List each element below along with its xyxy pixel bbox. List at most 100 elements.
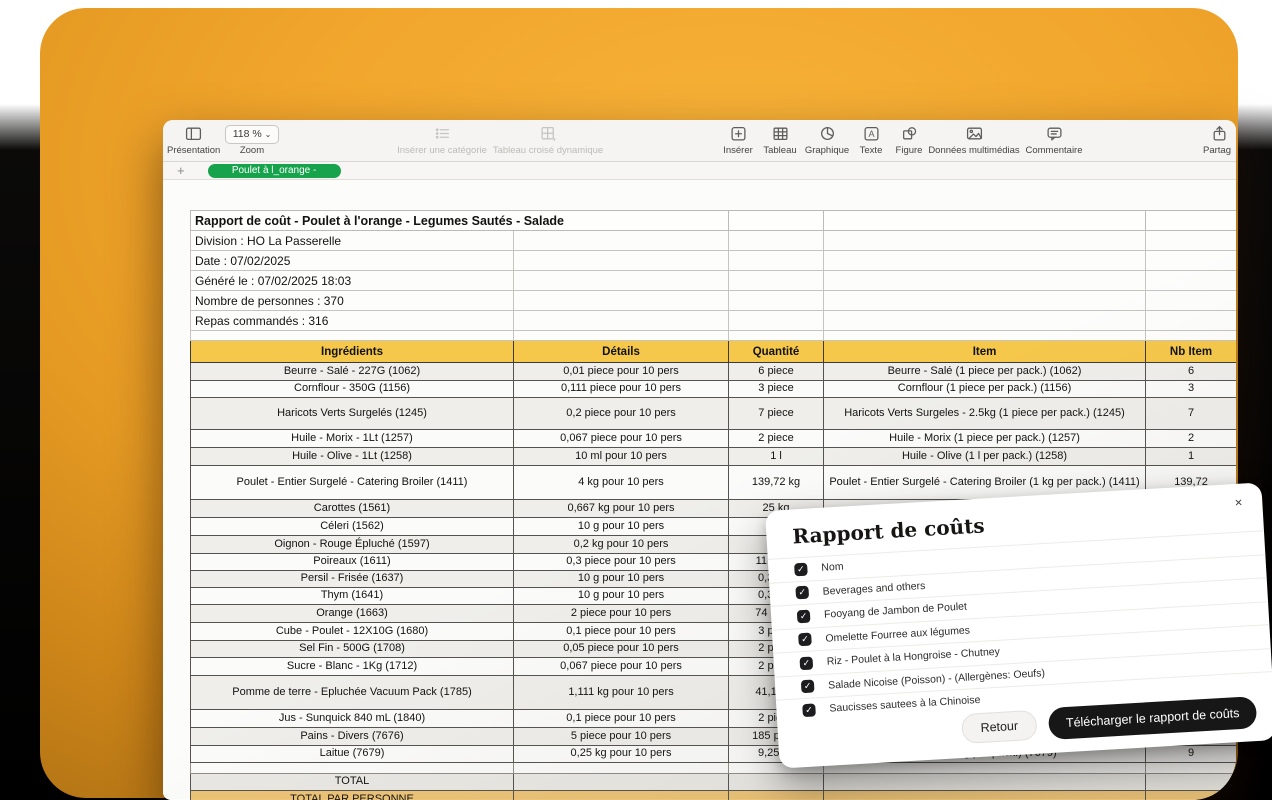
report-meta-cell[interactable]: Repas commandés : 316	[191, 311, 514, 331]
table-cell[interactable]	[1146, 251, 1236, 271]
report-title-cell[interactable]: Rapport de coût - Poulet à l'orange - Le…	[191, 211, 729, 231]
table-cell[interactable]: Oignon - Rouge Épluché (1597)	[191, 536, 514, 554]
table-cell[interactable]: 7 piece	[729, 398, 824, 430]
table-cell[interactable]: 0,01 piece pour 10 pers	[514, 363, 729, 381]
table-cell[interactable]: Persil - Frisée (1637)	[191, 571, 514, 588]
share-button[interactable]: Partag	[1203, 125, 1236, 156]
table-cell[interactable]: 10 g pour 10 pers	[514, 571, 729, 588]
table-cell[interactable]	[1146, 311, 1236, 331]
checkbox-checked-icon[interactable]: ✓	[802, 703, 816, 717]
table-cell[interactable]	[514, 231, 729, 251]
table-cell[interactable]: 2	[1146, 430, 1236, 448]
table-cell[interactable]	[824, 231, 1146, 251]
table-cell[interactable]: 2 piece	[729, 430, 824, 448]
table-cell[interactable]: 5 piece pour 10 pers	[514, 728, 729, 746]
table-cell[interactable]: Pomme de terre - Epluchée Vacuum Pack (1…	[191, 676, 514, 710]
table-cell[interactable]: 9	[1146, 746, 1236, 763]
table-cell[interactable]	[824, 763, 1146, 774]
table-cell[interactable]: 0,25 kg pour 10 pers	[514, 746, 729, 763]
text-button[interactable]: A Texte	[851, 125, 891, 156]
table-cell[interactable]	[1146, 763, 1236, 774]
table-cell[interactable]: 10 g pour 10 pers	[514, 518, 729, 536]
checkbox-checked-icon[interactable]: ✓	[797, 609, 811, 623]
table-cell[interactable]: 0,2 kg pour 10 pers	[514, 536, 729, 554]
comment-button[interactable]: Commentaire	[1019, 125, 1089, 156]
table-cell[interactable]: 0,1 piece pour 10 pers	[514, 623, 729, 641]
table-cell[interactable]	[824, 211, 1146, 231]
table-cell[interactable]: Cube - Poulet - 12X10G (1680)	[191, 623, 514, 641]
table-cell[interactable]	[514, 291, 729, 311]
table-cell[interactable]	[824, 791, 1146, 800]
table-cell[interactable]: 0,3 piece pour 10 pers	[514, 554, 729, 571]
sheet-tab-active[interactable]: Poulet à l_orange -	[208, 164, 341, 178]
table-button[interactable]: Tableau	[757, 125, 803, 156]
table-cell[interactable]	[1146, 774, 1236, 791]
table-cell[interactable]: Haricots Verts Surgelés (1245)	[191, 398, 514, 430]
table-cell[interactable]: 0,1 piece pour 10 pers	[514, 710, 729, 728]
table-cell[interactable]: 0,111 piece pour 10 pers	[514, 381, 729, 398]
add-sheet-button[interactable]: +	[177, 164, 185, 177]
table-cell[interactable]: Huile - Olive (1 l per pack.) (1258)	[824, 448, 1146, 466]
table-cell[interactable]: 6	[1146, 363, 1236, 381]
table-cell[interactable]	[514, 763, 729, 774]
checkbox-checked-icon[interactable]: ✓	[798, 633, 812, 647]
table-cell[interactable]: 3 piece	[729, 381, 824, 398]
report-meta-cell[interactable]: Date : 07/02/2025	[191, 251, 514, 271]
table-cell[interactable]: Orange (1663)	[191, 605, 514, 623]
table-cell[interactable]	[824, 291, 1146, 311]
column-header-cell[interactable]: Détails	[514, 341, 729, 363]
table-cell[interactable]: Huile - Morix (1 piece per pack.) (1257)	[824, 430, 1146, 448]
table-cell[interactable]: Haricots Verts Surgeles - 2.5kg (1 piece…	[824, 398, 1146, 430]
table-cell[interactable]	[1146, 271, 1236, 291]
table-cell[interactable]	[191, 331, 514, 341]
table-cell[interactable]: 4 kg pour 10 pers	[514, 466, 729, 500]
table-cell[interactable]: 6 piece	[729, 363, 824, 381]
table-cell[interactable]	[729, 311, 824, 331]
back-button[interactable]: Retour	[961, 710, 1038, 744]
table-cell[interactable]	[824, 271, 1146, 291]
table-cell[interactable]	[729, 774, 824, 791]
checkbox-checked-icon[interactable]: ✓	[801, 680, 815, 694]
table-cell[interactable]: 10 ml pour 10 pers	[514, 448, 729, 466]
table-cell[interactable]: Huile - Olive - 1Lt (1258)	[191, 448, 514, 466]
table-cell[interactable]: Poulet - Entier Surgelé - Catering Broil…	[191, 466, 514, 500]
column-header-cell[interactable]: Item	[824, 341, 1146, 363]
table-cell[interactable]: 3	[1146, 381, 1236, 398]
table-cell[interactable]	[824, 331, 1146, 341]
column-header-cell[interactable]: Nb Item	[1146, 341, 1236, 363]
table-cell[interactable]: Céleri (1562)	[191, 518, 514, 536]
table-cell[interactable]: Laitue (7679)	[191, 746, 514, 763]
table-cell[interactable]	[191, 763, 514, 774]
table-cell[interactable]	[1146, 211, 1236, 231]
table-cell[interactable]	[514, 331, 729, 341]
zoom-value[interactable]: 118 % ⌄	[225, 125, 280, 144]
zoom-control[interactable]: 118 % ⌄ Zoom	[223, 125, 281, 156]
table-cell[interactable]	[514, 311, 729, 331]
chart-button[interactable]: Graphique	[799, 125, 855, 156]
table-cell[interactable]: 1 l	[729, 448, 824, 466]
table-cell[interactable]	[824, 311, 1146, 331]
report-meta-cell[interactable]: Division : HO La Passerelle	[191, 231, 514, 251]
table-cell[interactable]	[729, 331, 824, 341]
table-cell[interactable]: Beurre - Salé (1 piece per pack.) (1062)	[824, 363, 1146, 381]
table-cell[interactable]	[729, 251, 824, 271]
table-cell[interactable]	[729, 791, 824, 800]
report-meta-cell[interactable]: Nombre de personnes : 370	[191, 291, 514, 311]
table-cell[interactable]: 0,067 piece pour 10 pers	[514, 658, 729, 676]
table-cell[interactable]: 139,72 kg	[729, 466, 824, 500]
checkbox-checked-icon[interactable]: ✓	[794, 562, 808, 576]
insert-button[interactable]: Insérer	[715, 125, 761, 156]
table-cell[interactable]: 7	[1146, 398, 1236, 430]
checkbox-checked-icon[interactable]: ✓	[799, 656, 813, 670]
checkbox-checked-icon[interactable]: ✓	[795, 586, 809, 600]
table-cell[interactable]: Carottes (1561)	[191, 500, 514, 518]
table-cell[interactable]: 1	[1146, 448, 1236, 466]
table-cell[interactable]: 10 g pour 10 pers	[514, 588, 729, 605]
table-cell[interactable]: Cornflour - 350G (1156)	[191, 381, 514, 398]
column-header-cell[interactable]: Ingrédients	[191, 341, 514, 363]
report-meta-cell[interactable]: Généré le : 07/02/2025 18:03	[191, 271, 514, 291]
table-cell[interactable]: 0,05 piece pour 10 pers	[514, 641, 729, 658]
table-cell[interactable]: Jus - Sunquick 840 mL (1840)	[191, 710, 514, 728]
table-cell[interactable]	[729, 231, 824, 251]
table-cell[interactable]: Thym (1641)	[191, 588, 514, 605]
